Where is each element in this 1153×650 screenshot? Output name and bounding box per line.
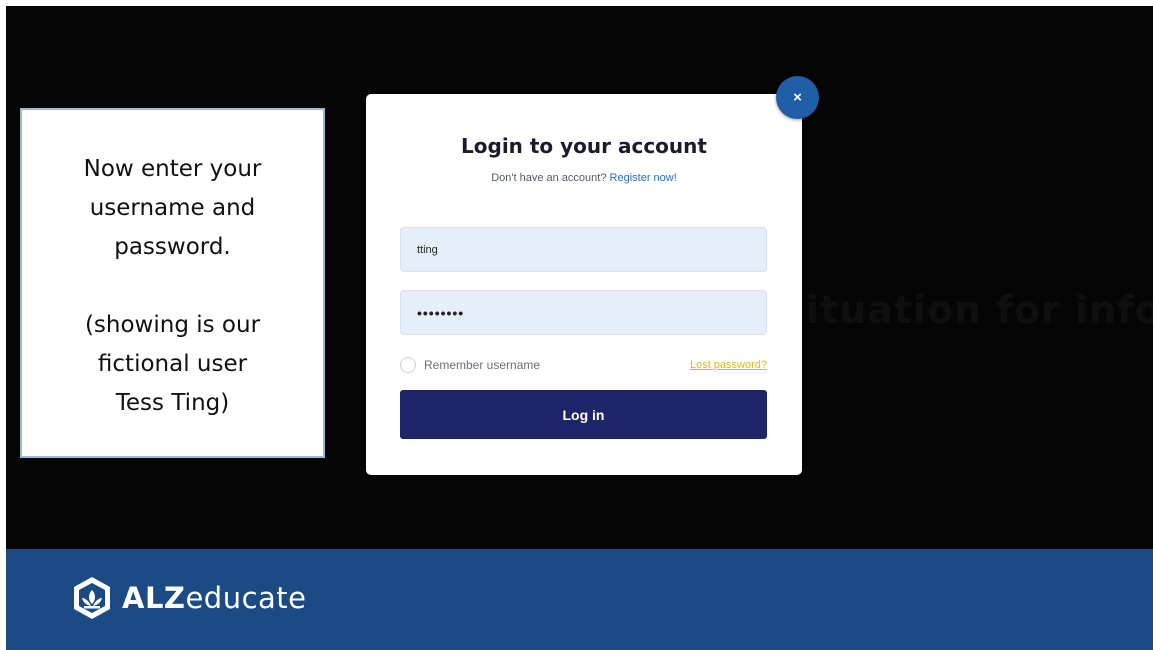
username-field[interactable]: tting <box>400 227 767 272</box>
instruction-text: Now enter your username and password. (s… <box>83 156 262 416</box>
background-text: ituation for info <box>806 288 1153 332</box>
brand-name-rest: educate <box>185 581 307 615</box>
login-modal: Login to your account Don't have an acco… <box>366 94 802 475</box>
video-frame: ituation for info Now enter your usernam… <box>6 6 1153 650</box>
no-account-text: Don't have an account? <box>491 172 607 184</box>
footer-bar: ALZeducate <box>6 549 1153 650</box>
brand-name: ALZeducate <box>122 581 307 615</box>
brand-name-bold: ALZ <box>122 581 186 615</box>
instruction-caption: Now enter your username and password. (s… <box>20 108 325 458</box>
alzeducate-logo-icon <box>74 577 110 619</box>
modal-title: Login to your account <box>461 134 707 158</box>
close-icon[interactable]: × <box>776 76 819 119</box>
brand: ALZeducate <box>68 574 307 622</box>
remember-row: Remember username Lost password? <box>400 355 767 375</box>
modal-subtitle: Don't have an account? Register now! <box>366 172 802 184</box>
username-value: tting <box>417 243 438 256</box>
login-button[interactable]: Log in <box>400 390 767 439</box>
remember-checkbox[interactable] <box>400 357 416 373</box>
password-field[interactable]: •••••••• <box>400 290 767 335</box>
lost-password-link[interactable]: Lost password? <box>690 359 767 371</box>
register-link[interactable]: Register now! <box>610 172 677 184</box>
password-value: •••••••• <box>417 304 465 321</box>
remember-username-option[interactable]: Remember username <box>400 357 540 373</box>
remember-label: Remember username <box>424 358 541 372</box>
